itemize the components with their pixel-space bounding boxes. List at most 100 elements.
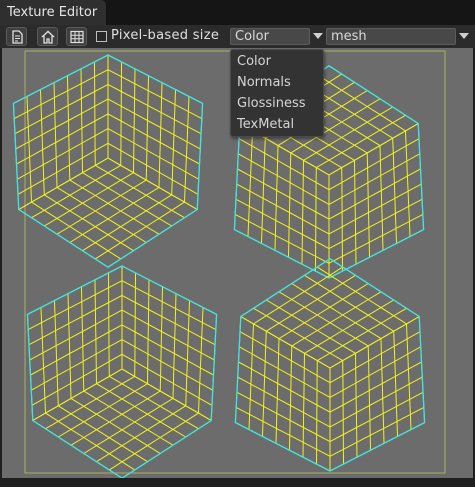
uv-edge	[30, 324, 123, 376]
channel-option-color[interactable]: Color	[237, 51, 271, 72]
uv-edge	[355, 353, 358, 458]
uv-edge	[26, 96, 32, 203]
uv-edge	[121, 324, 214, 376]
uv-edge	[29, 309, 123, 361]
uv-edge	[248, 323, 254, 430]
channel-dropdown-arrow-icon[interactable]	[313, 33, 323, 39]
uv-edge	[31, 164, 121, 219]
uv-edge	[235, 406, 331, 457]
channel-option-glossiness[interactable]: Glossiness	[237, 93, 306, 114]
uv-edge	[238, 153, 330, 205]
uv-edge	[236, 391, 331, 443]
pixel-size-checkbox[interactable]	[96, 31, 107, 42]
uv-edge	[247, 130, 253, 237]
uv-edge	[239, 331, 331, 384]
channel-option-normals[interactable]: Normals	[237, 72, 291, 93]
uv-edge	[237, 168, 330, 220]
uv-edge	[316, 73, 406, 132]
uv-edge	[329, 391, 424, 443]
uv-edge	[184, 96, 190, 203]
uv-edge	[145, 75, 149, 181]
uv-edge	[253, 266, 343, 325]
uv-edge	[109, 375, 199, 430]
uv-edge	[266, 274, 356, 332]
uv-edge	[121, 368, 212, 421]
uv-edge	[107, 69, 203, 120]
uv-edge	[329, 361, 422, 413]
uv-edge	[67, 75, 71, 181]
uv-edge	[278, 291, 369, 347]
uv-edge	[328, 198, 423, 250]
channel-option-texmetal[interactable]: TexMetal	[237, 114, 294, 135]
uv-edge	[107, 128, 199, 180]
uv-edge	[32, 368, 123, 421]
uv-edge	[15, 98, 109, 150]
uv-edge	[329, 406, 425, 457]
tab-bar: Texture Editor	[0, 0, 475, 25]
uv-edge	[328, 123, 419, 176]
uv-edge	[329, 331, 421, 384]
uv-edge	[94, 279, 97, 384]
uv-edge	[253, 307, 343, 362]
uv-edge	[109, 412, 199, 471]
uv-edge	[31, 201, 121, 260]
uv-edge	[405, 130, 411, 237]
uv-edge	[70, 390, 161, 446]
home-button[interactable]	[37, 27, 58, 46]
uv-edge	[159, 286, 163, 392]
uv-edge	[14, 83, 109, 135]
uv-edge	[80, 68, 83, 173]
uv-edge	[238, 138, 330, 191]
uv-edge	[31, 339, 123, 391]
uv-edge	[171, 89, 176, 195]
uv-edge	[235, 198, 330, 250]
uv-edge	[262, 331, 267, 437]
uv-edge	[121, 294, 216, 346]
uv-edge	[44, 194, 134, 252]
uv-edge	[45, 375, 135, 430]
uv-edge	[366, 152, 370, 258]
uv-edge	[28, 294, 123, 346]
uv-edge	[266, 299, 356, 354]
document-button[interactable]	[6, 27, 27, 46]
uv-edge	[107, 113, 200, 165]
grid-icon	[70, 30, 84, 44]
uv-edge	[304, 299, 394, 354]
uv-edge	[69, 179, 160, 235]
uv-edge	[94, 61, 96, 166]
channel-select[interactable]: Color	[230, 28, 310, 45]
uv-edge	[329, 316, 420, 369]
uv-edge	[354, 160, 357, 265]
uv-edge	[317, 307, 407, 362]
uv-edge	[17, 142, 109, 195]
channel-dropdown-menu: Color Normals Glossiness TexMetal	[230, 49, 324, 137]
uv-edge	[392, 138, 397, 244]
uv-edge	[96, 383, 186, 438]
status-strip	[0, 478, 475, 487]
grid-button[interactable]	[66, 27, 87, 46]
mesh-select[interactable]: mesh	[326, 28, 456, 45]
uv-edge	[274, 145, 279, 251]
uv-edge	[107, 157, 198, 210]
uv-edge	[302, 353, 305, 458]
document-icon	[12, 30, 23, 44]
mesh-dropdown-arrow-icon[interactable]	[459, 33, 469, 39]
uv-edge	[44, 172, 134, 227]
uv-edge	[82, 194, 172, 252]
uv-edge	[147, 279, 150, 384]
uv-edge	[291, 291, 382, 347]
uv-edge	[304, 274, 394, 332]
uv-edge	[328, 183, 422, 235]
home-icon	[41, 30, 55, 44]
uv-edge	[70, 397, 161, 454]
tab-texture-editor[interactable]: Texture Editor	[0, 0, 106, 25]
uv-edge	[328, 168, 421, 220]
uv-edge	[58, 405, 148, 463]
uv-edge	[134, 272, 136, 377]
uv-edge	[16, 113, 109, 165]
uv-edge	[236, 183, 330, 235]
uv-edge	[17, 128, 109, 180]
uv-edge	[185, 300, 190, 406]
uv-edge	[121, 280, 217, 331]
uv-edge	[67, 293, 72, 399]
